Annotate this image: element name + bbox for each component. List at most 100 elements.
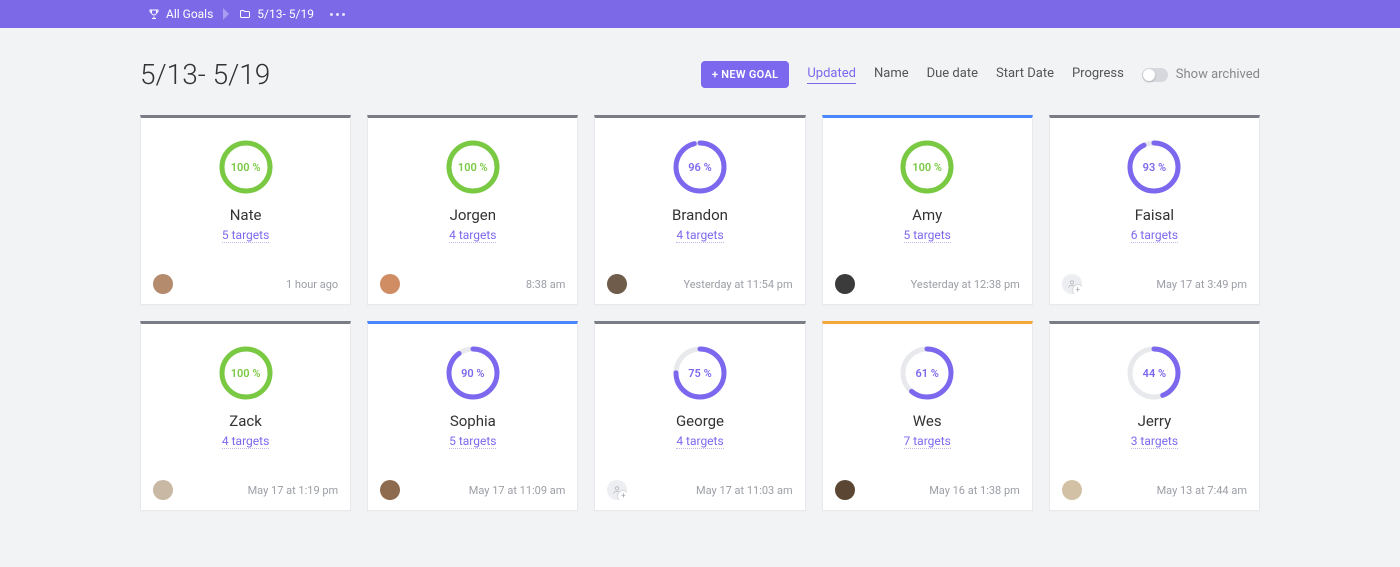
goal-card-footer: Yesterday at 12:38 pm	[835, 274, 1020, 294]
folder-icon	[239, 8, 251, 20]
goal-targets-link[interactable]: 5 targets	[222, 228, 269, 243]
sort-options: Updated Name Due date Start Date Progress	[807, 66, 1123, 84]
sort-name[interactable]: Name	[874, 66, 909, 84]
goal-updated-time: Yesterday at 11:54 pm	[683, 278, 792, 291]
trophy-icon	[148, 8, 160, 20]
progress-ring: 93 %	[1127, 140, 1181, 194]
goal-targets-link[interactable]: 4 targets	[676, 228, 723, 243]
progress-percent-label: 90 %	[446, 346, 500, 400]
goal-card-footer: 1 hour ago	[153, 274, 338, 294]
goal-card[interactable]: 61 % Wes 7 targets May 16 at 1:38 pm	[822, 321, 1033, 511]
goal-owner-name: Sophia	[450, 412, 496, 430]
main-content: 5/13- 5/19 + NEW GOAL Updated Name Due dat…	[0, 28, 1400, 511]
goal-owner-name: Faisal	[1135, 206, 1174, 224]
goal-updated-time: 8:38 am	[526, 278, 566, 291]
goal-targets-link[interactable]: 3 targets	[1131, 434, 1178, 449]
avatar	[607, 274, 627, 294]
goal-card[interactable]: 100 % Zack 4 targets May 17 at 1:19 pm	[140, 321, 351, 511]
goal-owner-name: Wes	[913, 412, 942, 430]
progress-ring: 96 %	[673, 140, 727, 194]
goal-card[interactable]: 44 % Jerry 3 targets May 13 at 7:44 am	[1049, 321, 1260, 511]
show-archived-toggle-wrap: Show archived	[1142, 67, 1260, 82]
breadcrumb-folder-label: 5/13- 5/19	[257, 7, 314, 21]
avatar	[1062, 480, 1082, 500]
goal-card-footer: May 13 at 7:44 am	[1062, 480, 1247, 500]
page-title: 5/13- 5/19	[140, 58, 270, 91]
progress-percent-label: 93 %	[1127, 140, 1181, 194]
goals-grid: 100 % Nate 5 targets 1 hour ago 100 % Jo…	[140, 115, 1260, 511]
goal-targets-link[interactable]: 4 targets	[676, 434, 723, 449]
avatar	[835, 480, 855, 500]
goal-targets-link[interactable]: 4 targets	[222, 434, 269, 449]
goal-owner-name: Brandon	[672, 206, 728, 224]
progress-ring: 100 %	[446, 140, 500, 194]
goal-card[interactable]: 100 % Nate 5 targets 1 hour ago	[140, 115, 351, 305]
goal-card-footer: May 17 at 3:49 pm	[1062, 274, 1247, 294]
page-header-row: 5/13- 5/19 + NEW GOAL Updated Name Due dat…	[140, 58, 1260, 91]
goal-card-footer: May 17 at 1:19 pm	[153, 480, 338, 500]
goal-card[interactable]: 93 % Faisal 6 targets May 17 at 3:49 pm	[1049, 115, 1260, 305]
progress-percent-label: 61 %	[900, 346, 954, 400]
goal-updated-time: May 17 at 3:49 pm	[1156, 278, 1247, 291]
goal-updated-time: Yesterday at 12:38 pm	[911, 278, 1020, 291]
avatar	[380, 480, 400, 500]
assign-user-icon[interactable]	[1062, 274, 1082, 294]
goal-targets-link[interactable]: 6 targets	[1131, 228, 1178, 243]
goal-card[interactable]: 96 % Brandon 4 targets Yesterday at 11:5…	[594, 115, 805, 305]
goal-targets-link[interactable]: 4 targets	[449, 228, 496, 243]
progress-ring: 61 %	[900, 346, 954, 400]
show-archived-toggle[interactable]	[1142, 68, 1168, 82]
breadcrumb-all-goals[interactable]: All Goals	[140, 0, 221, 28]
goal-owner-name: Jorgen	[450, 206, 496, 224]
goal-card-footer: 8:38 am	[380, 274, 565, 294]
breadcrumb-more-button[interactable]	[322, 13, 353, 16]
goal-targets-link[interactable]: 5 targets	[904, 228, 951, 243]
breadcrumb-root-label: All Goals	[166, 7, 213, 21]
progress-percent-label: 100 %	[446, 140, 500, 194]
goal-owner-name: Jerry	[1138, 412, 1172, 430]
top-breadcrumb-bar: All Goals 5/13- 5/19	[0, 0, 1400, 28]
controls-bar: + NEW GOAL Updated Name Due date Start Date…	[701, 61, 1260, 88]
goal-owner-name: Nate	[230, 206, 262, 224]
sort-due-date[interactable]: Due date	[927, 66, 978, 84]
goal-card[interactable]: 90 % Sophia 5 targets May 17 at 11:09 am	[367, 321, 578, 511]
sort-start-date[interactable]: Start Date	[996, 66, 1054, 84]
progress-percent-label: 96 %	[673, 140, 727, 194]
goal-card[interactable]: 100 % Jorgen 4 targets 8:38 am	[367, 115, 578, 305]
assign-user-icon[interactable]	[607, 480, 627, 500]
goal-targets-link[interactable]: 5 targets	[449, 434, 496, 449]
goal-updated-time: 1 hour ago	[286, 278, 338, 291]
progress-ring: 44 %	[1127, 346, 1181, 400]
goal-updated-time: May 17 at 1:19 pm	[248, 484, 339, 497]
progress-percent-label: 44 %	[1127, 346, 1181, 400]
progress-ring: 75 %	[673, 346, 727, 400]
goal-card[interactable]: 75 % George 4 targets May 17 at 11:03 am	[594, 321, 805, 511]
show-archived-label: Show archived	[1176, 67, 1260, 82]
new-goal-button[interactable]: + NEW GOAL	[701, 61, 789, 88]
sort-updated[interactable]: Updated	[807, 66, 856, 84]
goal-owner-name: George	[676, 412, 724, 430]
avatar	[835, 274, 855, 294]
breadcrumb-folder[interactable]: 5/13- 5/19	[231, 0, 322, 28]
sort-progress[interactable]: Progress	[1072, 66, 1124, 84]
avatar	[153, 480, 173, 500]
goal-updated-time: May 17 at 11:09 am	[469, 484, 566, 497]
goal-card-footer: May 17 at 11:03 am	[607, 480, 792, 500]
avatar	[153, 274, 173, 294]
goal-updated-time: May 17 at 11:03 am	[696, 484, 793, 497]
goal-updated-time: May 16 at 1:38 pm	[929, 484, 1020, 497]
progress-ring: 90 %	[446, 346, 500, 400]
progress-percent-label: 100 %	[219, 346, 273, 400]
goal-card[interactable]: 100 % Amy 5 targets Yesterday at 12:38 p…	[822, 115, 1033, 305]
avatar	[380, 274, 400, 294]
goal-card-footer: May 17 at 11:09 am	[380, 480, 565, 500]
progress-percent-label: 100 %	[900, 140, 954, 194]
goal-card-footer: Yesterday at 11:54 pm	[607, 274, 792, 294]
goal-owner-name: Amy	[912, 206, 942, 224]
progress-ring: 100 %	[219, 140, 273, 194]
goal-targets-link[interactable]: 7 targets	[904, 434, 951, 449]
goal-owner-name: Zack	[229, 412, 262, 430]
goal-card-footer: May 16 at 1:38 pm	[835, 480, 1020, 500]
progress-percent-label: 75 %	[673, 346, 727, 400]
progress-ring: 100 %	[900, 140, 954, 194]
